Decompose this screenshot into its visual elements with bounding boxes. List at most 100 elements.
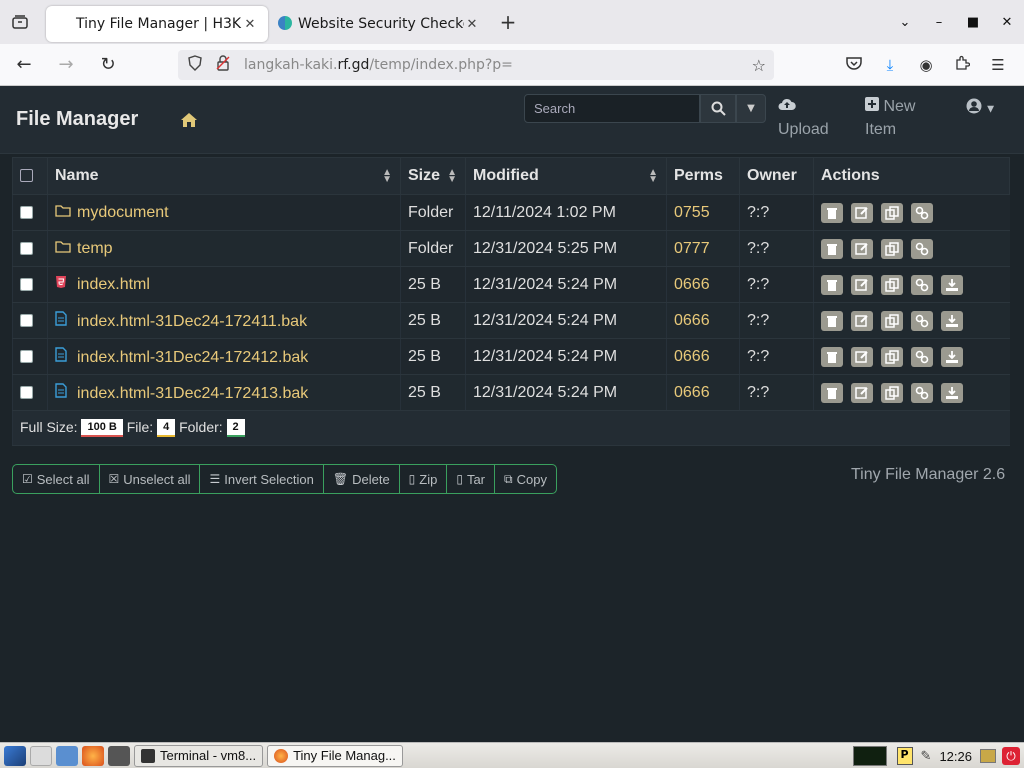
copy-icon[interactable] xyxy=(881,274,903,295)
download-icon[interactable] xyxy=(941,310,963,331)
file-name-link[interactable]: index.html-31Dec24-172413.bak xyxy=(77,385,308,402)
terminal-launcher-icon[interactable] xyxy=(108,745,130,766)
perms-link[interactable]: 0666 xyxy=(674,312,710,329)
rename-icon[interactable] xyxy=(851,310,873,331)
delete-icon[interactable] xyxy=(821,238,843,259)
keyboard-layout-icon[interactable]: P xyxy=(896,747,913,765)
download-icon[interactable] xyxy=(941,346,963,367)
copy-icon[interactable] xyxy=(881,202,903,223)
column-name[interactable]: Name ▲ ▼ xyxy=(47,157,401,195)
file-perms-cell[interactable]: 0666 xyxy=(666,338,740,375)
delete-icon[interactable] xyxy=(821,202,843,223)
file-name-link[interactable]: index.html xyxy=(77,276,150,293)
copy-icon[interactable] xyxy=(881,346,903,367)
select-all-button[interactable]: ☑ Select all xyxy=(13,465,100,493)
bookmark-star-icon[interactable]: ☆ xyxy=(752,56,766,75)
web-browser-icon[interactable] xyxy=(82,745,104,766)
search-input[interactable] xyxy=(524,94,700,123)
tracking-shield-icon[interactable] xyxy=(184,55,206,75)
file-name-link[interactable]: temp xyxy=(77,240,113,257)
link-icon[interactable] xyxy=(911,238,933,259)
file-perms-cell[interactable]: 0666 xyxy=(666,374,740,411)
copy-icon[interactable] xyxy=(881,310,903,331)
perms-link[interactable]: 0666 xyxy=(674,276,710,293)
link-icon[interactable] xyxy=(911,274,933,295)
page-title[interactable]: File Manager xyxy=(16,108,138,131)
tab-website-security-checker[interactable]: Website Security Checker ✕ xyxy=(268,6,490,42)
link-icon[interactable] xyxy=(911,202,933,223)
table-row[interactable]: index.html-31Dec24-172411.bak 25 B 12/31… xyxy=(12,302,1010,339)
close-icon[interactable]: ✕ xyxy=(242,17,258,32)
file-perms-cell[interactable]: 0777 xyxy=(666,230,740,267)
taskbar-task-terminal[interactable]: Terminal - vm8... xyxy=(134,744,264,767)
new-tab-plus-icon[interactable]: + xyxy=(490,10,526,34)
table-row[interactable]: index.html 25 B 12/31/2024 5:24 PM 0666 … xyxy=(12,266,1010,303)
file-name-link[interactable]: mydocument xyxy=(77,204,169,221)
link-icon[interactable] xyxy=(911,382,933,403)
link-icon[interactable] xyxy=(911,310,933,331)
row-checkbox[interactable] xyxy=(20,205,33,219)
column-modified[interactable]: Modified ▲ ▼ xyxy=(465,157,667,195)
link-icon[interactable] xyxy=(911,346,933,367)
upload-button[interactable]: Upload xyxy=(778,95,829,141)
file-name-link[interactable]: index.html-31Dec24-172412.bak xyxy=(77,349,308,366)
user-menu-button[interactable]: ▼ xyxy=(966,98,994,118)
copy-icon[interactable] xyxy=(881,382,903,403)
invert-selection-button[interactable]: ☰ Invert Selection xyxy=(200,465,324,493)
file-name-cell[interactable]: index.html-31Dec24-172412.bak xyxy=(47,338,401,375)
table-row[interactable]: index.html-31Dec24-172412.bak 25 B 12/31… xyxy=(12,338,1010,375)
delete-icon[interactable] xyxy=(821,310,843,331)
row-checkbox[interactable] xyxy=(20,241,33,255)
extensions-icon[interactable] xyxy=(944,55,980,75)
table-row[interactable]: temp Folder 12/31/2024 5:25 PM 0777 ?:? xyxy=(12,230,1010,267)
screen-icon[interactable] xyxy=(980,749,996,763)
start-menu-icon[interactable] xyxy=(4,745,26,766)
pocket-icon[interactable] xyxy=(836,56,872,74)
file-name-cell[interactable]: index.html xyxy=(47,266,401,303)
tab-tiny-file-manager[interactable]: Tiny File Manager | H3K ✕ xyxy=(46,6,268,42)
file-name-cell[interactable]: index.html-31Dec24-172411.bak xyxy=(47,302,401,339)
rename-icon[interactable] xyxy=(851,382,873,403)
perms-link[interactable]: 0755 xyxy=(674,204,710,221)
row-checkbox[interactable] xyxy=(20,277,33,291)
delete-icon[interactable] xyxy=(821,274,843,295)
file-name-cell[interactable]: index.html-31Dec24-172413.bak xyxy=(47,374,401,411)
forward-arrow-icon[interactable]: → xyxy=(48,54,84,75)
home-icon[interactable] xyxy=(180,112,198,133)
row-checkbox[interactable] xyxy=(20,313,33,327)
hamburger-menu-icon[interactable]: ☰ xyxy=(980,56,1016,74)
address-bar[interactable]: langkah-kaki.rf.gd/temp/index.php?p= ☆ xyxy=(178,50,774,80)
clock[interactable]: 12:26 xyxy=(939,749,972,764)
rename-icon[interactable] xyxy=(851,274,873,295)
file-perms-cell[interactable]: 0666 xyxy=(666,266,740,303)
perms-link[interactable]: 0666 xyxy=(674,384,710,401)
power-icon[interactable]: ⏻ xyxy=(1002,747,1020,765)
taskbar-task-browser[interactable]: Tiny File Manag... xyxy=(267,744,403,767)
close-icon[interactable]: ✕ xyxy=(464,17,480,32)
unselect-all-button[interactable]: ☒ Unselect all xyxy=(100,465,201,493)
new-item-button[interactable]: New Item xyxy=(865,95,915,141)
tab-list-icon[interactable] xyxy=(0,0,40,44)
table-row[interactable]: mydocument Folder 12/11/2024 1:02 PM 075… xyxy=(12,194,1010,231)
download-icon[interactable] xyxy=(941,382,963,403)
rename-icon[interactable] xyxy=(851,202,873,223)
delete-icon[interactable] xyxy=(821,382,843,403)
reload-icon[interactable]: ↻ xyxy=(90,54,126,75)
column-size[interactable]: Size ▲ ▼ xyxy=(400,157,466,195)
file-perms-cell[interactable]: 0666 xyxy=(666,302,740,339)
row-checkbox[interactable] xyxy=(20,349,33,363)
row-checkbox[interactable] xyxy=(20,385,33,399)
perms-link[interactable]: 0777 xyxy=(674,240,710,257)
zip-button[interactable]: ▯ Zip xyxy=(400,465,448,493)
file-perms-cell[interactable]: 0755 xyxy=(666,194,740,231)
search-icon[interactable] xyxy=(700,94,736,123)
file-name-link[interactable]: index.html-31Dec24-172411.bak xyxy=(77,313,307,330)
copy-icon[interactable] xyxy=(881,238,903,259)
account-icon[interactable]: ◉ xyxy=(908,56,944,74)
tar-button[interactable]: ▯ Tar xyxy=(447,465,496,493)
insecure-lock-icon[interactable] xyxy=(212,55,234,75)
tab-overflow-chevron-down-icon[interactable]: ⌄ xyxy=(888,15,922,30)
header-checkbox[interactable] xyxy=(20,169,33,183)
perms-link[interactable]: 0666 xyxy=(674,348,710,365)
back-arrow-icon[interactable]: ← xyxy=(6,54,42,75)
